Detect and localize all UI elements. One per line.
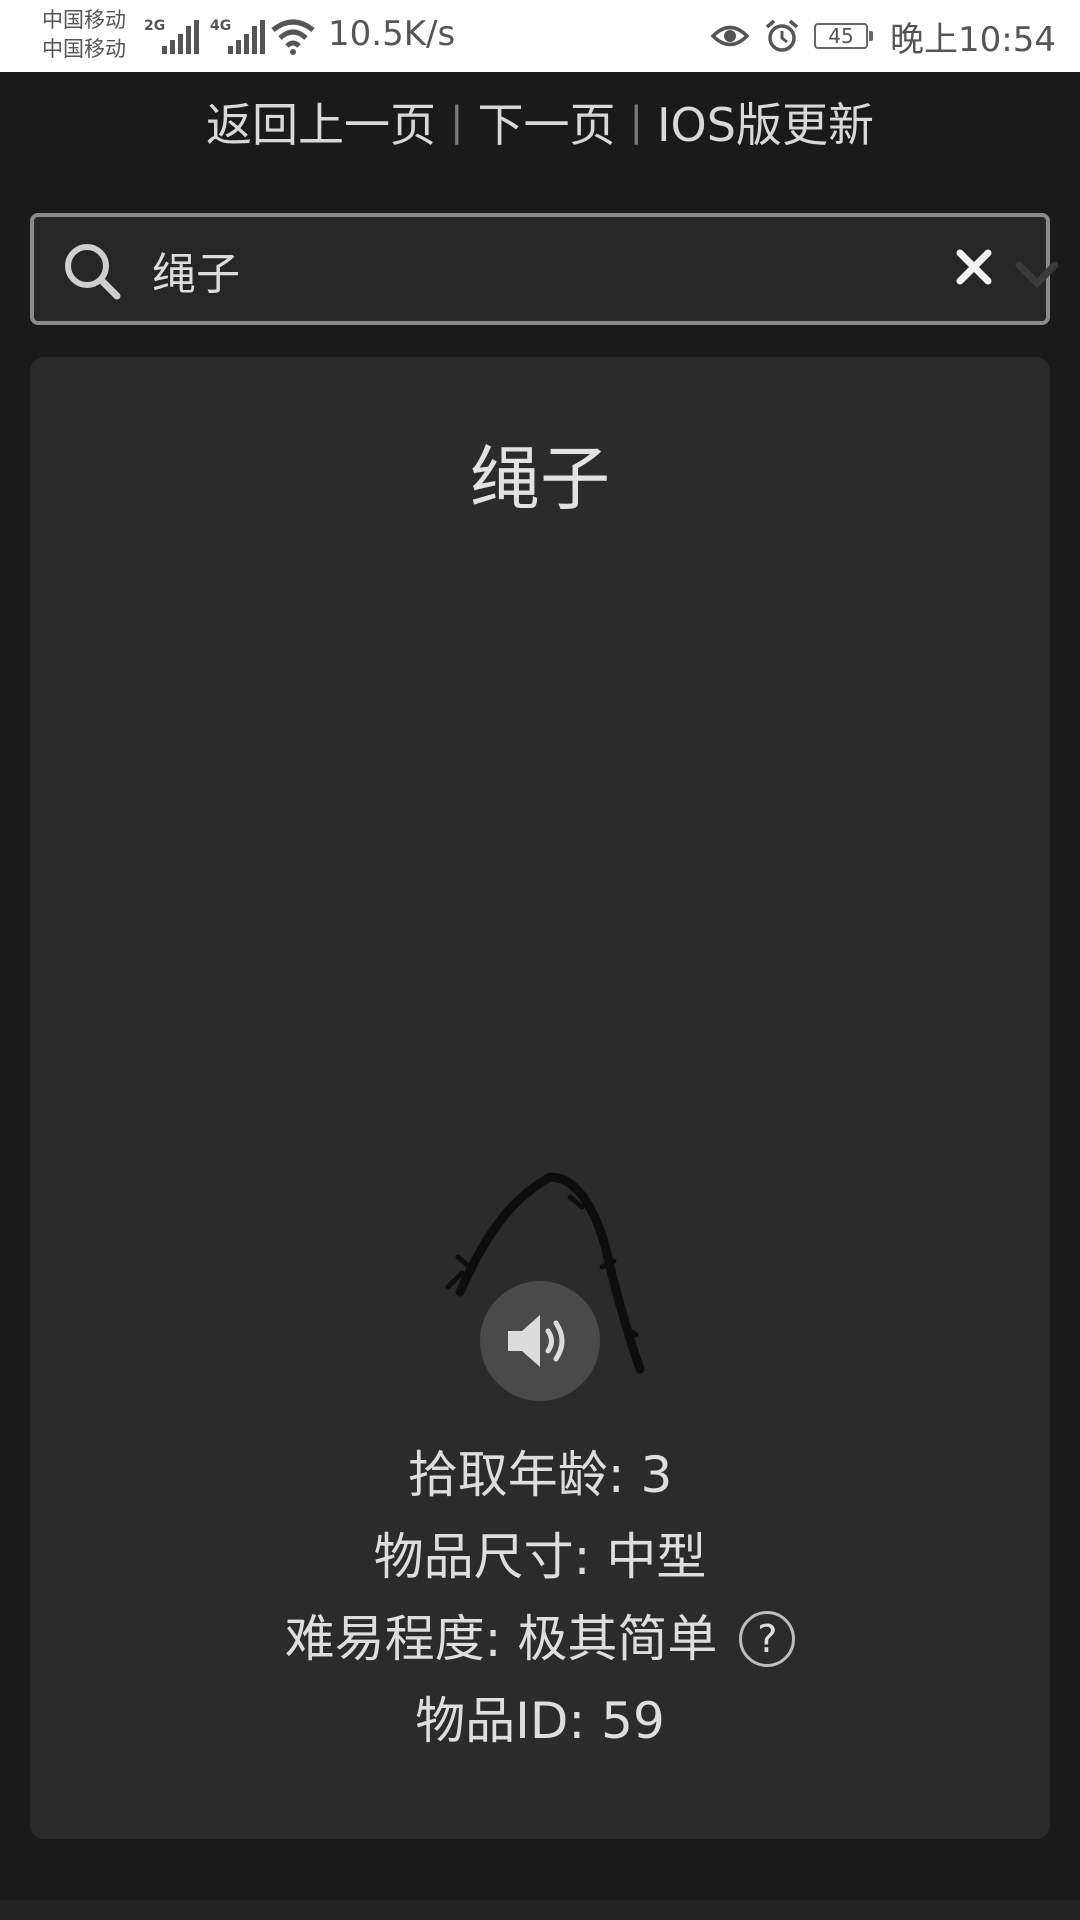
next-page-link[interactable]: 下一页 [478,89,616,155]
carrier-1: 中国移动 [42,8,126,32]
eye-icon [710,25,750,47]
difficulty-label: 难易程度: 极其简单 [284,1610,718,1668]
cellular-signal-4g-icon: 4G [210,18,265,54]
bottom-strip [0,1900,1080,1920]
pickup-age: 拾取年龄: 3 [407,1446,673,1504]
back-link[interactable]: 返回上一页 [206,89,436,155]
cellular-signal-2g-icon: 2G [144,18,199,54]
item-size: 物品尺寸: 中型 [373,1528,707,1586]
battery-icon: 45 [814,23,874,49]
status-right: 45 晚上10:54 [710,12,1056,60]
item-id: 物品ID: 59 [415,1692,665,1750]
search-icon [65,244,121,300]
svg-text:4G: 4G [210,18,231,34]
status-bar: 中国移动 中国移动 2G 4G 10.5K/s 45 晚上10:54 [0,0,1080,72]
carrier-info: 中国移动 中国移动 [42,6,126,64]
network-speed: 10.5K/s [328,14,456,54]
speaker-icon [508,1315,565,1367]
help-icon[interactable]: ? [739,1610,796,1667]
wifi-icon [271,19,315,55]
clear-icon[interactable] [954,247,994,287]
svg-text:2G: 2G [144,18,165,34]
item-card: 绳子 拾取年龄: 3 物品尺寸: 中型 难易程度: 极其简单? 物品ID: 59 [30,357,1050,1839]
difficulty-row: 难易程度: 极其简单? [30,1599,1050,1671]
top-nav: 返回上一页 | 下一页 | IOS版更新 [0,72,1080,172]
item-title: 绳子 [470,438,610,520]
carrier-2: 中国移动 [42,37,126,61]
clock: 晚上10:54 [890,19,1056,60]
alarm-icon [765,19,799,52]
search-box[interactable] [30,213,1059,325]
play-sound-button[interactable] [480,1281,600,1401]
chevron-down-icon[interactable] [1014,253,1060,293]
ios-update-link[interactable]: IOS版更新 [657,89,874,155]
nav-separator: | [629,99,643,145]
search-input[interactable] [150,235,914,305]
nav-separator: | [450,99,464,145]
